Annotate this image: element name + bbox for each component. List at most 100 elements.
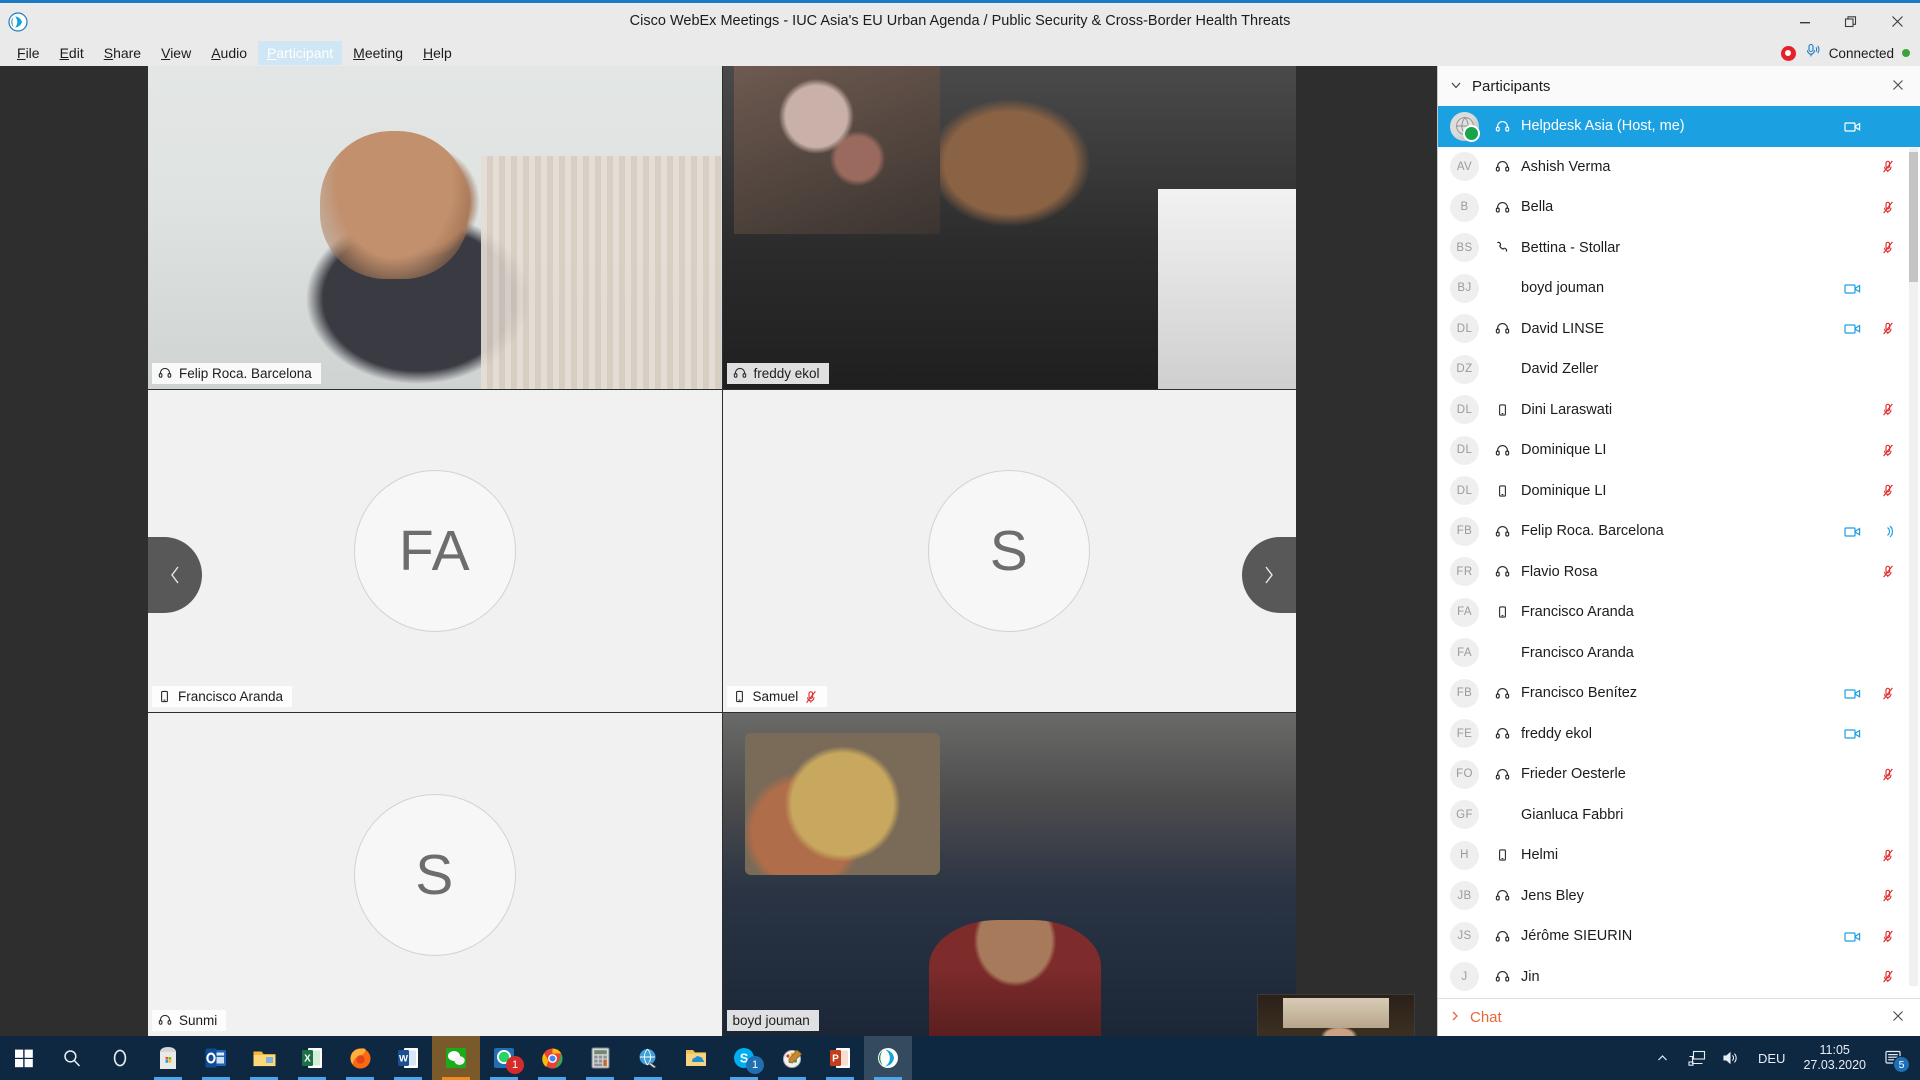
participant-row-jin[interactable]: J Jin bbox=[1438, 957, 1920, 998]
participant-row-dini-laraswati[interactable]: DL Dini Laraswati bbox=[1438, 390, 1920, 431]
chevron-down-icon[interactable] bbox=[1450, 79, 1462, 94]
video-tile-samuel[interactable]: S Samuel bbox=[722, 389, 1296, 713]
action-center-icon[interactable]: 5 bbox=[1874, 1036, 1914, 1080]
restore-icon[interactable] bbox=[1828, 3, 1874, 40]
participant-row-helmi[interactable]: H Helmi bbox=[1438, 835, 1920, 876]
minimize-icon[interactable] bbox=[1782, 3, 1828, 40]
close-icon[interactable] bbox=[1874, 3, 1920, 40]
firefox-icon[interactable] bbox=[336, 1036, 384, 1080]
participant-row-dominique-li-2[interactable]: DL Dominique LI bbox=[1438, 471, 1920, 512]
cortana-icon[interactable] bbox=[96, 1036, 144, 1080]
participant-row-bettina-stollar[interactable]: BS Bettina - Stollar bbox=[1438, 228, 1920, 269]
avatar-initials: FB bbox=[1450, 678, 1479, 708]
participant-row-ashish-verma[interactable]: AV Ashish Verma bbox=[1438, 147, 1920, 188]
calculator-icon[interactable] bbox=[576, 1036, 624, 1080]
video-tile-boyd-jouman[interactable]: boyd jouman bbox=[722, 713, 1296, 1036]
participant-row-frieder-oesterle[interactable]: FO Frieder Oesterle bbox=[1438, 754, 1920, 795]
wechat-icon[interactable] bbox=[432, 1036, 480, 1080]
muted-microphone-icon[interactable] bbox=[1870, 483, 1906, 498]
video-tile-felip-roca[interactable]: Felip Roca. Barcelona bbox=[148, 66, 722, 389]
participant-name: Jens Bley bbox=[1521, 887, 1584, 904]
muted-microphone-icon[interactable] bbox=[1870, 848, 1906, 863]
skype-icon[interactable]: S 1 bbox=[720, 1036, 768, 1080]
muted-microphone-icon[interactable] bbox=[1870, 321, 1906, 336]
participant-row-francisco-aranda-2[interactable]: FA Francisco Aranda bbox=[1438, 633, 1920, 674]
participants-scrollbar-thumb[interactable] bbox=[1909, 152, 1918, 282]
network-icon[interactable] bbox=[1680, 1036, 1714, 1080]
record-icon[interactable] bbox=[1780, 45, 1796, 61]
menu-share[interactable]: Share bbox=[95, 41, 150, 65]
search-icon[interactable] bbox=[48, 1036, 96, 1080]
participant-row-david-zeller[interactable]: DZ David Zeller bbox=[1438, 349, 1920, 390]
video-camera-icon[interactable] bbox=[1834, 727, 1870, 740]
participant-row-david-linse[interactable]: DL David LINSE bbox=[1438, 309, 1920, 350]
video-feed-image bbox=[722, 713, 1296, 1036]
excel-icon[interactable]: X bbox=[288, 1036, 336, 1080]
notification-badge: 1 bbox=[746, 1056, 764, 1074]
participant-row-jens-bley[interactable]: JB Jens Bley bbox=[1438, 876, 1920, 917]
chevron-up-icon[interactable] bbox=[1646, 1036, 1680, 1080]
participant-row-gianluca-fabbri[interactable]: GF Gianluca Fabbri bbox=[1438, 795, 1920, 836]
webex-taskbar-icon[interactable] bbox=[864, 1036, 912, 1080]
start-button[interactable] bbox=[0, 1036, 48, 1080]
video-camera-icon[interactable] bbox=[1834, 120, 1870, 133]
chevron-right-icon[interactable] bbox=[1450, 1010, 1460, 1025]
whatsapp-icon[interactable]: 1 bbox=[480, 1036, 528, 1080]
muted-microphone-icon[interactable] bbox=[1870, 686, 1906, 701]
video-camera-icon[interactable] bbox=[1834, 687, 1870, 700]
video-camera-icon[interactable] bbox=[1834, 282, 1870, 295]
close-icon[interactable] bbox=[1886, 76, 1910, 97]
muted-microphone-icon[interactable] bbox=[1870, 564, 1906, 579]
participant-row-boyd-jouman[interactable]: BJ boyd jouman bbox=[1438, 268, 1920, 309]
participant-row-jerome-sieurin[interactable]: JS Jérôme SIEURIN bbox=[1438, 916, 1920, 957]
microphone-icon[interactable] bbox=[1804, 42, 1821, 64]
video-tile-freddy-ekol[interactable]: freddy ekol bbox=[722, 66, 1296, 389]
globe-app-icon[interactable] bbox=[624, 1036, 672, 1080]
menu-file[interactable]: File bbox=[8, 41, 49, 65]
video-camera-icon[interactable] bbox=[1834, 525, 1870, 538]
muted-microphone-icon[interactable] bbox=[1870, 929, 1906, 944]
volume-icon[interactable] bbox=[1714, 1036, 1748, 1080]
chrome-icon[interactable] bbox=[528, 1036, 576, 1080]
video-tile-sunmi[interactable]: S Sunmi bbox=[148, 713, 722, 1036]
participants-list[interactable]: Helpdesk Asia (Host, me) AV Ashish Verma bbox=[1438, 106, 1920, 998]
clock[interactable]: 11:05 27.03.2020 bbox=[1795, 1043, 1874, 1073]
participant-name: Jin bbox=[1521, 968, 1540, 985]
powerpoint-icon[interactable]: P bbox=[816, 1036, 864, 1080]
menu-meeting[interactable]: Meeting bbox=[344, 41, 412, 65]
chat-panel-header[interactable]: Chat bbox=[1438, 998, 1920, 1036]
participants-panel-header[interactable]: Participants bbox=[1438, 66, 1920, 106]
participant-row-freddy-ekol[interactable]: FE freddy ekol bbox=[1438, 714, 1920, 755]
participant-row-felip-roca-barcelona[interactable]: FB Felip Roca. Barcelona bbox=[1438, 511, 1920, 552]
menu-participant[interactable]: Participant bbox=[258, 41, 343, 65]
participant-row-francisco-benitez[interactable]: FB Francisco Benítez bbox=[1438, 673, 1920, 714]
outlook-icon[interactable] bbox=[192, 1036, 240, 1080]
menu-edit[interactable]: Edit bbox=[51, 41, 93, 65]
muted-microphone-icon[interactable] bbox=[1870, 240, 1906, 255]
close-icon[interactable] bbox=[1886, 1007, 1910, 1028]
participant-row-francisco-aranda-1[interactable]: FA Francisco Aranda bbox=[1438, 592, 1920, 633]
microsoft-store-icon[interactable] bbox=[144, 1036, 192, 1080]
muted-microphone-icon[interactable] bbox=[1870, 969, 1906, 984]
video-camera-icon[interactable] bbox=[1834, 322, 1870, 335]
participant-row-bella[interactable]: B Bella bbox=[1438, 187, 1920, 228]
muted-microphone-icon[interactable] bbox=[1870, 443, 1906, 458]
muted-microphone-icon[interactable] bbox=[1870, 402, 1906, 417]
menu-view[interactable]: View bbox=[152, 41, 200, 65]
muted-microphone-icon[interactable] bbox=[1870, 200, 1906, 215]
paint-icon[interactable] bbox=[768, 1036, 816, 1080]
muted-microphone-icon[interactable] bbox=[1870, 159, 1906, 174]
participant-row-helpdesk-asia[interactable]: Helpdesk Asia (Host, me) bbox=[1438, 106, 1920, 147]
video-camera-icon[interactable] bbox=[1834, 930, 1870, 943]
muted-microphone-icon[interactable] bbox=[1870, 888, 1906, 903]
word-icon[interactable]: W bbox=[384, 1036, 432, 1080]
participant-row-dominique-li-1[interactable]: DL Dominique LI bbox=[1438, 430, 1920, 471]
video-tile-francisco-aranda[interactable]: FA Francisco Aranda bbox=[148, 389, 722, 713]
menu-audio[interactable]: Audio bbox=[202, 41, 256, 65]
onedrive-folder-icon[interactable] bbox=[672, 1036, 720, 1080]
menu-help[interactable]: Help bbox=[414, 41, 461, 65]
keyboard-language[interactable]: DEU bbox=[1748, 1051, 1795, 1066]
participant-row-flavio-rosa[interactable]: FR Flavio Rosa bbox=[1438, 552, 1920, 593]
muted-microphone-icon[interactable] bbox=[1870, 767, 1906, 782]
file-explorer-icon[interactable] bbox=[240, 1036, 288, 1080]
